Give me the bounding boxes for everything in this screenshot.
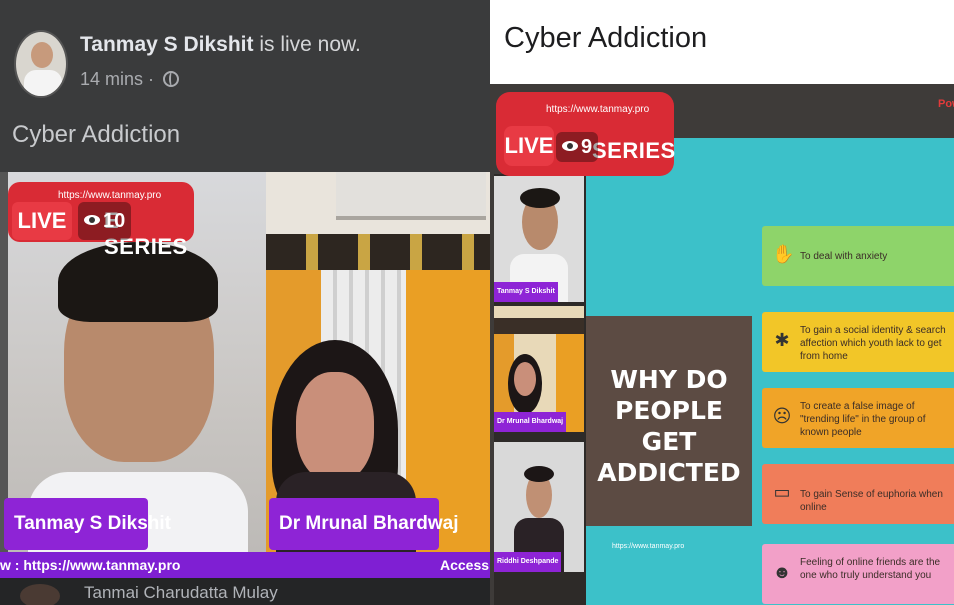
network-icon: ✱ xyxy=(774,330,790,350)
poster-name[interactable]: Tanmay S Dikshit xyxy=(80,33,254,56)
participant-thumbnail: Riddhi Deshpande xyxy=(494,442,584,572)
comment-row: Tanmai Charudatta Mulay xyxy=(0,578,490,605)
live-badge: LIVE xyxy=(12,202,72,240)
participant-name-tag: Dr Mrunal Bhardwaj xyxy=(269,498,458,550)
meta-separator: · xyxy=(148,69,155,89)
post-meta: 14 mins · xyxy=(80,69,180,90)
reason-text: Feeling of online friends are the one wh… xyxy=(800,557,941,581)
left-screenshot: Tanmay S Dikshit is live now. 14 mins · … xyxy=(0,0,490,605)
face xyxy=(296,372,374,482)
commenter-avatar[interactable] xyxy=(20,584,60,605)
right-screenshot: Cyber Addiction Pow Tanmay S Dikshit Dr … xyxy=(490,0,954,605)
presentation-slide: WHY DO PEOPLE GET ADDICTED ✋ To deal wit… xyxy=(586,138,954,605)
ticker-bar: w : https://www.tanmay.pro Access P xyxy=(0,552,490,578)
hair xyxy=(520,188,560,208)
reason-card: ☻ Feeling of online friends are the one … xyxy=(762,544,954,604)
reason-text: To gain Sense of euphoria when online xyxy=(800,489,943,513)
viewer-number: 9 xyxy=(581,136,593,158)
live-badge: LIVE xyxy=(504,126,554,166)
slide-heading: WHY DO PEOPLE GET ADDICTED xyxy=(597,365,741,487)
eye-icon xyxy=(562,141,578,151)
eye-icon xyxy=(84,215,100,225)
reason-card: ✋ To deal with anxiety xyxy=(762,226,954,286)
reason-text: To gain a social identity & search affec… xyxy=(800,325,946,362)
ticker-text: w : https://www.tanmay.pro xyxy=(0,557,181,573)
reason-card: ✱ To gain a social identity & search aff… xyxy=(762,312,954,372)
reason-card: ▭ To gain Sense of euphoria when online xyxy=(762,464,954,524)
hair xyxy=(524,466,554,482)
participant-label: Dr Mrunal Bhardwaj xyxy=(494,412,567,432)
viewer-count: 10 xyxy=(78,202,132,240)
live-stream[interactable]: Pow Tanmay S Dikshit Dr Mrunal Bhardwaj xyxy=(490,84,954,605)
avatar-body xyxy=(24,70,62,96)
curtain-valance xyxy=(494,318,584,334)
live-status: is live now. xyxy=(253,33,361,56)
heading-box: WHY DO PEOPLE GET ADDICTED xyxy=(586,316,752,526)
reason-text: To deal with anxiety xyxy=(800,251,888,262)
right-title: Cyber Addiction xyxy=(504,22,708,54)
series-label: SERIES xyxy=(592,138,676,163)
poster-line: Tanmay S Dikshit is live now. xyxy=(80,33,361,57)
participant-label: Riddhi Deshpande xyxy=(494,552,562,572)
ticker-text: Access P xyxy=(440,557,490,573)
curtain-valance xyxy=(266,234,490,274)
participant-name-tag: Tanmay S Dikshit xyxy=(4,498,171,550)
live-banner: https://www.tanmay.pro SERIES LIVE 9 xyxy=(496,92,676,176)
post-title: Cyber Addiction xyxy=(12,121,181,148)
power-text: Pow xyxy=(938,98,954,110)
frown-icon: ☹ xyxy=(772,406,792,426)
hands-icon: ✋ xyxy=(772,244,795,264)
slide-url: https://www.tanmay.pro xyxy=(612,543,685,550)
avatar-head xyxy=(31,42,53,68)
poster-avatar[interactable] xyxy=(14,30,68,98)
banner-url: https://www.tanmay.pro xyxy=(546,104,650,115)
globe-icon xyxy=(163,71,180,87)
laptop-icon: ▭ xyxy=(773,482,791,502)
post-header: Tanmay S Dikshit is live now. 14 mins · … xyxy=(0,0,490,172)
post-time[interactable]: 14 mins xyxy=(80,69,143,89)
reason-card: ☹ To create a false image of "trending l… xyxy=(762,388,954,448)
participant-column: Tanmay S Dikshit Dr Mrunal Bhardwaj Ridd… xyxy=(494,174,586,605)
participant-thumbnail: Tanmay S Dikshit xyxy=(494,176,584,302)
air-conditioner xyxy=(336,172,486,220)
reason-text: To create a false image of "trending lif… xyxy=(800,401,926,438)
participant-thumbnail: Dr Mrunal Bhardwaj xyxy=(494,306,584,432)
viewer-number: 10 xyxy=(103,210,126,232)
viewer-count: 9 xyxy=(556,132,599,162)
participant-feed-guest xyxy=(266,172,490,552)
live-banner: https://www.tanmay.pro E SERIES LIVE 10 xyxy=(8,182,194,259)
participant-label: Tanmay S Dikshit xyxy=(494,282,558,302)
commenter-name[interactable]: Tanmai Charudatta Mulay xyxy=(84,583,278,603)
smiley-icon: ☻ xyxy=(772,562,792,582)
banner-url: https://www.tanmay.pro xyxy=(58,190,162,201)
live-video[interactable]: https://www.tanmay.pro E SERIES LIVE 10 … xyxy=(0,172,490,578)
face xyxy=(514,362,536,396)
